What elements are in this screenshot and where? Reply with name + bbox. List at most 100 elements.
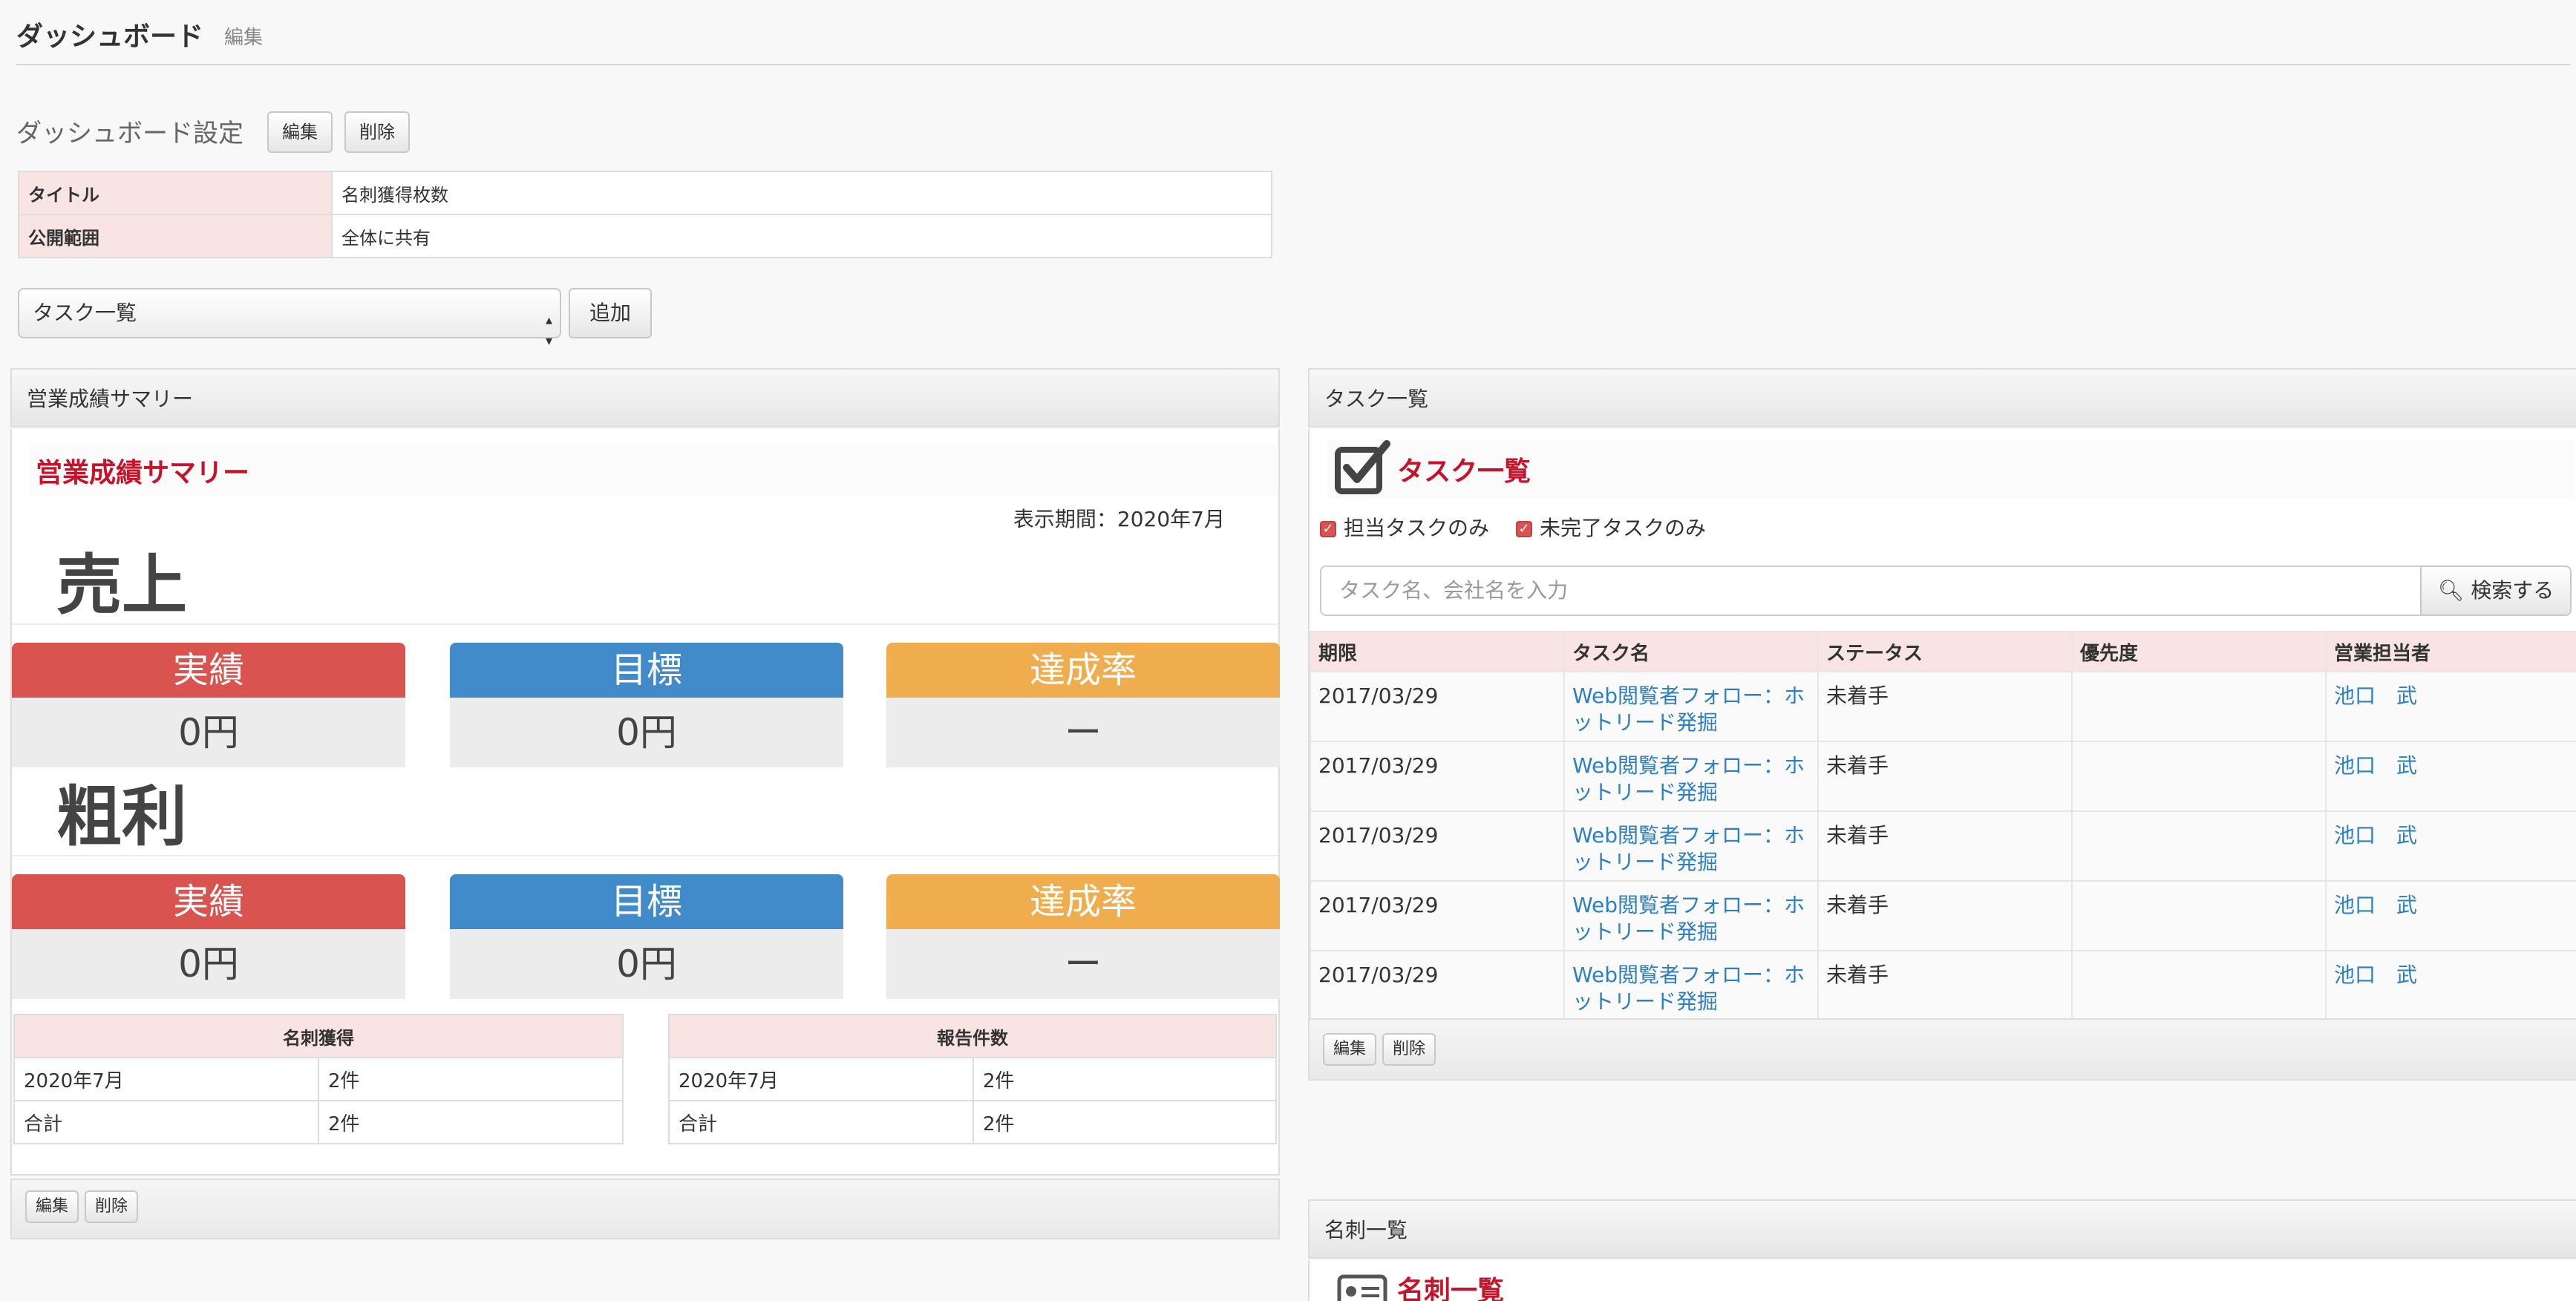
sales-delete-button[interactable]: 削除 bbox=[85, 1190, 139, 1223]
divider bbox=[12, 623, 1278, 625]
task-status: 未着手 bbox=[1817, 950, 2073, 1021]
task-search-input[interactable]: タスク名、会社名を入力 bbox=[1320, 566, 2422, 616]
sales-summary-panel: 営業成績サマリー 営業成績サマリー 表示期間：2020年7月 売上 実績 0円 … bbox=[10, 368, 1280, 1240]
kpi-label: 達成率 bbox=[886, 643, 1280, 698]
table-row: 合計 2件 bbox=[13, 1100, 624, 1144]
stat-value: 2件 bbox=[318, 1057, 624, 1101]
task-due: 2017/03/29 bbox=[1310, 810, 1565, 882]
task-name-link[interactable]: Web閲覧者フォロー：ホットリード発掘 bbox=[1572, 963, 1805, 1014]
kpi-label: 実績 bbox=[12, 874, 405, 929]
kpi-achievement-rate: 達成率 ー bbox=[886, 643, 1280, 767]
table-row: 2017/03/29 Web閲覧者フォロー：ホットリード発掘 未着手 池口 武 bbox=[1310, 741, 2576, 812]
business-card-stats-table: 名刺獲得 2020年7月 2件 合計 2件 bbox=[13, 1014, 624, 1144]
task-name-link[interactable]: Web閲覧者フォロー：ホットリード発掘 bbox=[1572, 684, 1805, 735]
page-title: ダッシュボード bbox=[16, 22, 204, 52]
settings-row-title: タイトル 名刺獲得枚数 bbox=[18, 171, 1272, 215]
kpi-label: 目標 bbox=[450, 643, 843, 698]
column-header[interactable]: 期限 bbox=[1310, 631, 1565, 672]
task-priority bbox=[2071, 810, 2327, 882]
kpi-target: 目標 0円 bbox=[450, 874, 843, 999]
task-owner-link[interactable]: 池口 武 bbox=[2334, 753, 2417, 778]
table-row: 2017/03/29 Web閲覧者フォロー：ホットリード発掘 未着手 池口 武 bbox=[1310, 880, 2576, 951]
tasks-edit-button[interactable]: 編集 bbox=[1323, 1033, 1377, 1066]
stat-label: 合計 bbox=[13, 1100, 319, 1144]
section-heading-gross-profit: 粗利 bbox=[56, 779, 188, 855]
stat-table-header: 名刺獲得 bbox=[13, 1014, 624, 1058]
settings-edit-button[interactable]: 編集 bbox=[267, 111, 333, 153]
search-button-label: 検索する bbox=[2471, 578, 2554, 603]
task-owner-link[interactable]: 池口 武 bbox=[2334, 893, 2417, 917]
add-widget-button[interactable]: 追加 bbox=[569, 288, 653, 338]
kpi-value: 0円 bbox=[450, 929, 843, 999]
column-header[interactable]: ステータス bbox=[1817, 631, 2073, 672]
panel-header[interactable]: 営業成績サマリー bbox=[10, 368, 1280, 427]
settings-value: 全体に共有 bbox=[331, 214, 1272, 258]
task-status: 未着手 bbox=[1817, 671, 2073, 742]
task-status: 未着手 bbox=[1817, 880, 2073, 951]
checkbox-checked-icon: ✓ bbox=[1320, 521, 1336, 537]
tasks-delete-button[interactable]: 削除 bbox=[1382, 1033, 1436, 1066]
settings-value: 名刺獲得枚数 bbox=[331, 171, 1272, 215]
kpi-value: 0円 bbox=[450, 698, 843, 767]
widget-title: 名刺一覧 bbox=[1397, 1276, 1505, 1301]
stat-label: 合計 bbox=[668, 1100, 974, 1144]
task-status: 未着手 bbox=[1817, 741, 2073, 812]
sales-edit-button[interactable]: 編集 bbox=[25, 1190, 79, 1223]
id-card-icon bbox=[1337, 1274, 1387, 1301]
widget-type-select[interactable]: タスク一覧 ▴ ▾ bbox=[18, 288, 561, 349]
kpi-value: ー bbox=[886, 929, 1280, 999]
settings-delete-button[interactable]: 削除 bbox=[344, 111, 410, 153]
search-icon: 🔍︎ bbox=[2437, 578, 2465, 603]
task-name-link[interactable]: Web閲覧者フォロー：ホットリード発掘 bbox=[1572, 753, 1805, 804]
widget-title: タスク一覧 bbox=[1397, 456, 1531, 487]
filter-label: 未完了タスクのみ bbox=[1540, 516, 1707, 540]
kpi-achievement-rate: 達成率 ー bbox=[886, 874, 1280, 999]
task-due: 2017/03/29 bbox=[1310, 950, 1565, 1021]
checkbox-checked-icon bbox=[1335, 440, 1390, 494]
checkbox-checked-icon: ✓ bbox=[1516, 521, 1532, 537]
filter-incomplete-checkbox[interactable]: ✓ 未完了タスクのみ bbox=[1516, 512, 1706, 542]
task-priority bbox=[2071, 671, 2327, 742]
display-period: 表示期間：2020年7月 bbox=[1013, 507, 1225, 531]
panel-header[interactable]: タスク一覧 bbox=[1308, 368, 2576, 427]
stat-value: 2件 bbox=[318, 1100, 624, 1144]
task-owner-link[interactable]: 池口 武 bbox=[2334, 963, 2417, 987]
task-due: 2017/03/29 bbox=[1310, 741, 1565, 812]
task-due: 2017/03/29 bbox=[1310, 880, 1565, 951]
table-row: 合計 2件 bbox=[668, 1100, 1277, 1144]
kpi-actual: 実績 0円 bbox=[12, 643, 405, 767]
sales-summary-body: 営業成績サマリー 表示期間：2020年7月 売上 実績 0円 目標 0円 達成率… bbox=[10, 429, 1280, 1176]
task-priority bbox=[2071, 950, 2327, 1021]
column-header[interactable]: 優先度 bbox=[2071, 631, 2327, 672]
select-caret-icon: ▴ ▾ bbox=[545, 312, 552, 349]
task-priority bbox=[2071, 880, 2327, 951]
table-row: 2017/03/29 Web閲覧者フォロー：ホットリード発掘 未着手 池口 武 bbox=[1310, 950, 2576, 1021]
divider bbox=[12, 855, 1278, 856]
panel-footer bbox=[1308, 1018, 2576, 1081]
widget-title: 営業成績サマリー bbox=[36, 458, 250, 488]
filter-label: 担当タスクのみ bbox=[1344, 516, 1490, 540]
settings-heading: ダッシュボード設定 bbox=[16, 119, 243, 148]
table-row: 2020年7月 2件 bbox=[668, 1057, 1277, 1101]
page-header: ダッシュボード 編集 bbox=[16, 13, 2570, 65]
task-status: 未着手 bbox=[1817, 810, 2073, 882]
settings-table: タイトル 名刺獲得枚数 公開範囲 全体に共有 bbox=[18, 171, 1272, 258]
column-header[interactable]: 営業担当者 bbox=[2325, 631, 2576, 672]
business-card-list-body: 名刺一覧 bbox=[1308, 1260, 2576, 1301]
kpi-target: 目標 0円 bbox=[450, 643, 843, 767]
kpi-label: 目標 bbox=[450, 874, 843, 929]
filter-my-tasks-checkbox[interactable]: ✓ 担当タスクのみ bbox=[1320, 512, 1489, 542]
stat-label: 2020年7月 bbox=[13, 1057, 319, 1101]
settings-row-scope: 公開範囲 全体に共有 bbox=[18, 214, 1272, 258]
task-search-button[interactable]: 🔍︎ 検索する bbox=[2420, 566, 2572, 616]
panel-header[interactable]: 名刺一覧 bbox=[1308, 1199, 2576, 1259]
task-name-link[interactable]: Web閲覧者フォロー：ホットリード発掘 bbox=[1572, 823, 1805, 874]
task-owner-link[interactable]: 池口 武 bbox=[2334, 823, 2417, 848]
stat-label: 2020年7月 bbox=[668, 1057, 974, 1101]
column-header[interactable]: タスク名 bbox=[1563, 631, 1819, 672]
kpi-actual: 実績 0円 bbox=[12, 874, 405, 999]
report-count-stats-table: 報告件数 2020年7月 2件 合計 2件 bbox=[668, 1014, 1277, 1144]
task-name-link[interactable]: Web閲覧者フォロー：ホットリード発掘 bbox=[1572, 893, 1805, 944]
task-owner-link[interactable]: 池口 武 bbox=[2334, 684, 2417, 708]
section-heading-sales: 売上 bbox=[56, 547, 188, 623]
